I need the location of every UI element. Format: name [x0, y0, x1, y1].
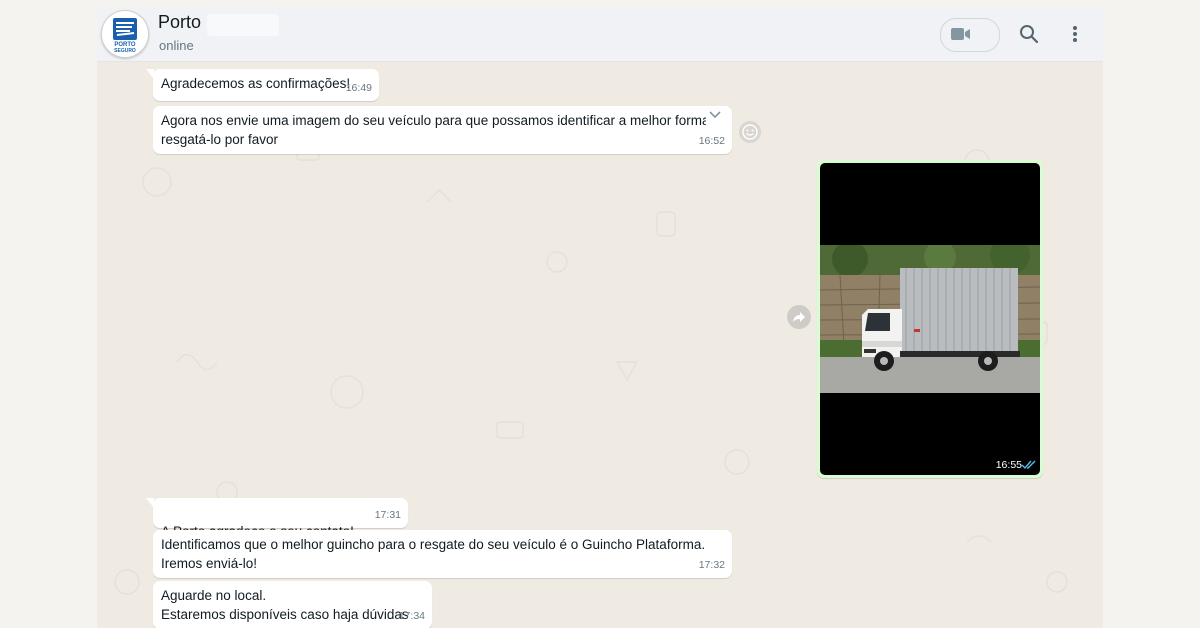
chevron-down-icon[interactable]	[708, 110, 722, 120]
message-time: 16:52	[698, 135, 725, 147]
message-bubble[interactable]: Agradecemos as confirmações! 16:49	[146, 69, 379, 101]
search-icon	[1020, 25, 1039, 44]
message-bubble[interactable]: Aguarde no local. Estaremos disponíveis …	[153, 581, 432, 628]
search-button[interactable]	[1017, 22, 1041, 46]
chevron-down-icon	[951, 29, 961, 36]
contact-name[interactable]: Porto	[158, 12, 201, 33]
avatar-brand-line2: SEGURO	[114, 48, 136, 54]
forward-button[interactable]	[787, 305, 811, 329]
menu-button[interactable]	[1063, 22, 1087, 46]
message-time: 16:55	[995, 459, 1022, 471]
message-text: Agora nos envie uma imagem do seu veícul…	[161, 113, 706, 147]
bubble-tail	[146, 498, 154, 508]
menu-dots-icon	[1073, 26, 1077, 42]
message-text: Agradecemos as confirmações!	[161, 76, 351, 91]
message-time: 17:31	[374, 509, 401, 521]
message-text: Aguarde no local. Estaremos disponíveis …	[161, 588, 409, 622]
message-list[interactable]: Agradecemos as confirmações! 16:49 Agora…	[97, 62, 1103, 628]
chat-header: PORTO SEGURO Porto online	[97, 8, 1103, 62]
message-bubble[interactable]: A Porto agradece o seu contato! 17:31	[146, 498, 408, 557]
message-time: 17:34	[398, 610, 425, 622]
forward-icon	[793, 312, 805, 322]
whatsapp-window: PORTO SEGURO Porto online Agradecemos as…	[97, 8, 1103, 628]
redacted-name	[207, 14, 279, 36]
contact-status: online	[159, 38, 194, 53]
react-button[interactable]	[739, 121, 761, 143]
message-text: Identificamos que o melhor guincho para …	[161, 537, 706, 571]
truck-photo	[820, 245, 1040, 393]
porto-seguro-logo: PORTO SEGURO	[113, 18, 137, 54]
message-bubble[interactable]: Agora nos envie uma imagem do seu veícul…	[153, 106, 732, 154]
bubble-tail	[146, 69, 154, 79]
smiley-icon	[742, 124, 758, 140]
video-call-button[interactable]	[940, 18, 1000, 52]
image-message[interactable]: 16:55	[817, 160, 1043, 478]
message-bubble[interactable]: Identificamos que o melhor guincho para …	[153, 530, 732, 578]
image-frame[interactable]: 16:55	[820, 163, 1040, 475]
message-time: 17:32	[698, 559, 725, 571]
double-check-icon	[1021, 460, 1036, 470]
avatar[interactable]: PORTO SEGURO	[101, 10, 149, 58]
message-time: 16:49	[345, 82, 372, 94]
